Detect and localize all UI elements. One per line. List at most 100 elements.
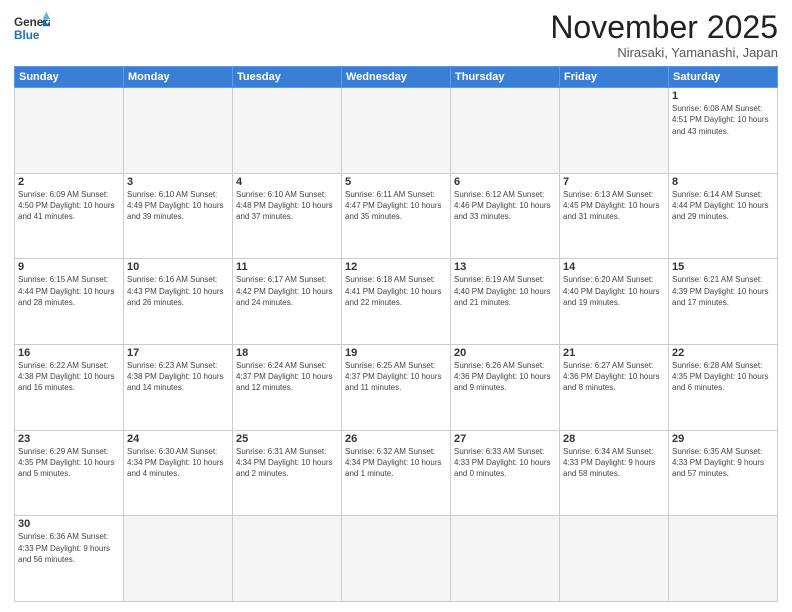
day-number: 24 [127,433,229,445]
calendar-cell [560,88,669,174]
calendar-cell [342,516,451,602]
day-number: 12 [345,261,447,273]
header: General Blue November 2025 Nirasaki, Yam… [14,10,778,60]
calendar-cell: 21Sunrise: 6:27 AM Sunset: 4:36 PM Dayli… [560,345,669,431]
day-number: 1 [672,90,774,102]
calendar-cell: 26Sunrise: 6:32 AM Sunset: 4:34 PM Dayli… [342,430,451,516]
calendar-cell [342,88,451,174]
calendar-header-row: SundayMondayTuesdayWednesdayThursdayFrid… [15,67,778,88]
calendar-cell [124,516,233,602]
day-info: Sunrise: 6:30 AM Sunset: 4:34 PM Dayligh… [127,446,229,480]
day-info: Sunrise: 6:18 AM Sunset: 4:41 PM Dayligh… [345,274,447,308]
calendar-cell [669,516,778,602]
day-number: 22 [672,347,774,359]
calendar-cell: 24Sunrise: 6:30 AM Sunset: 4:34 PM Dayli… [124,430,233,516]
weekday-header: Wednesday [342,67,451,88]
calendar-cell: 9Sunrise: 6:15 AM Sunset: 4:44 PM Daylig… [15,259,124,345]
calendar-cell [451,88,560,174]
page: General Blue November 2025 Nirasaki, Yam… [0,0,792,612]
day-info: Sunrise: 6:17 AM Sunset: 4:42 PM Dayligh… [236,274,338,308]
day-number: 26 [345,433,447,445]
day-info: Sunrise: 6:27 AM Sunset: 4:36 PM Dayligh… [563,360,665,394]
day-number: 25 [236,433,338,445]
calendar-cell: 22Sunrise: 6:28 AM Sunset: 4:35 PM Dayli… [669,345,778,431]
calendar-cell [560,516,669,602]
day-info: Sunrise: 6:34 AM Sunset: 4:33 PM Dayligh… [563,446,665,480]
calendar-cell: 14Sunrise: 6:20 AM Sunset: 4:40 PM Dayli… [560,259,669,345]
day-info: Sunrise: 6:36 AM Sunset: 4:33 PM Dayligh… [18,531,120,565]
calendar-table: SundayMondayTuesdayWednesdayThursdayFrid… [14,66,778,602]
day-number: 27 [454,433,556,445]
calendar-cell: 15Sunrise: 6:21 AM Sunset: 4:39 PM Dayli… [669,259,778,345]
day-info: Sunrise: 6:22 AM Sunset: 4:38 PM Dayligh… [18,360,120,394]
day-info: Sunrise: 6:19 AM Sunset: 4:40 PM Dayligh… [454,274,556,308]
day-info: Sunrise: 6:08 AM Sunset: 4:51 PM Dayligh… [672,103,774,137]
day-number: 19 [345,347,447,359]
day-number: 10 [127,261,229,273]
calendar-week-row: 16Sunrise: 6:22 AM Sunset: 4:38 PM Dayli… [15,345,778,431]
day-info: Sunrise: 6:25 AM Sunset: 4:37 PM Dayligh… [345,360,447,394]
day-info: Sunrise: 6:13 AM Sunset: 4:45 PM Dayligh… [563,189,665,223]
calendar-cell: 29Sunrise: 6:35 AM Sunset: 4:33 PM Dayli… [669,430,778,516]
calendar-cell: 6Sunrise: 6:12 AM Sunset: 4:46 PM Daylig… [451,173,560,259]
day-info: Sunrise: 6:10 AM Sunset: 4:49 PM Dayligh… [127,189,229,223]
weekday-header: Sunday [15,67,124,88]
calendar-cell: 23Sunrise: 6:29 AM Sunset: 4:35 PM Dayli… [15,430,124,516]
day-info: Sunrise: 6:29 AM Sunset: 4:35 PM Dayligh… [18,446,120,480]
day-info: Sunrise: 6:14 AM Sunset: 4:44 PM Dayligh… [672,189,774,223]
day-info: Sunrise: 6:10 AM Sunset: 4:48 PM Dayligh… [236,189,338,223]
calendar-cell: 5Sunrise: 6:11 AM Sunset: 4:47 PM Daylig… [342,173,451,259]
day-number: 20 [454,347,556,359]
day-number: 14 [563,261,665,273]
calendar-cell [15,88,124,174]
calendar-week-row: 30Sunrise: 6:36 AM Sunset: 4:33 PM Dayli… [15,516,778,602]
day-number: 29 [672,433,774,445]
day-number: 28 [563,433,665,445]
calendar-cell: 13Sunrise: 6:19 AM Sunset: 4:40 PM Dayli… [451,259,560,345]
calendar-cell [124,88,233,174]
calendar-cell: 1Sunrise: 6:08 AM Sunset: 4:51 PM Daylig… [669,88,778,174]
calendar-cell: 30Sunrise: 6:36 AM Sunset: 4:33 PM Dayli… [15,516,124,602]
day-number: 23 [18,433,120,445]
day-info: Sunrise: 6:23 AM Sunset: 4:38 PM Dayligh… [127,360,229,394]
calendar-cell: 2Sunrise: 6:09 AM Sunset: 4:50 PM Daylig… [15,173,124,259]
calendar-cell: 19Sunrise: 6:25 AM Sunset: 4:37 PM Dayli… [342,345,451,431]
day-number: 21 [563,347,665,359]
weekday-header: Tuesday [233,67,342,88]
calendar-cell [451,516,560,602]
day-number: 15 [672,261,774,273]
calendar-cell: 16Sunrise: 6:22 AM Sunset: 4:38 PM Dayli… [15,345,124,431]
day-info: Sunrise: 6:16 AM Sunset: 4:43 PM Dayligh… [127,274,229,308]
calendar-cell [233,516,342,602]
calendar-week-row: 2Sunrise: 6:09 AM Sunset: 4:50 PM Daylig… [15,173,778,259]
calendar-week-row: 1Sunrise: 6:08 AM Sunset: 4:51 PM Daylig… [15,88,778,174]
calendar-cell: 12Sunrise: 6:18 AM Sunset: 4:41 PM Dayli… [342,259,451,345]
calendar-cell: 10Sunrise: 6:16 AM Sunset: 4:43 PM Dayli… [124,259,233,345]
calendar-cell: 8Sunrise: 6:14 AM Sunset: 4:44 PM Daylig… [669,173,778,259]
day-number: 13 [454,261,556,273]
calendar-cell: 20Sunrise: 6:26 AM Sunset: 4:36 PM Dayli… [451,345,560,431]
day-info: Sunrise: 6:12 AM Sunset: 4:46 PM Dayligh… [454,189,556,223]
logo: General Blue [14,10,50,46]
weekday-header: Friday [560,67,669,88]
calendar-cell: 11Sunrise: 6:17 AM Sunset: 4:42 PM Dayli… [233,259,342,345]
day-number: 11 [236,261,338,273]
calendar-cell [233,88,342,174]
calendar-cell: 4Sunrise: 6:10 AM Sunset: 4:48 PM Daylig… [233,173,342,259]
day-info: Sunrise: 6:20 AM Sunset: 4:40 PM Dayligh… [563,274,665,308]
day-number: 6 [454,176,556,188]
day-number: 9 [18,261,120,273]
calendar-week-row: 23Sunrise: 6:29 AM Sunset: 4:35 PM Dayli… [15,430,778,516]
logo-icon: General Blue [14,10,50,46]
calendar-cell: 18Sunrise: 6:24 AM Sunset: 4:37 PM Dayli… [233,345,342,431]
weekday-header: Monday [124,67,233,88]
day-number: 16 [18,347,120,359]
day-info: Sunrise: 6:21 AM Sunset: 4:39 PM Dayligh… [672,274,774,308]
weekday-header: Thursday [451,67,560,88]
day-number: 7 [563,176,665,188]
day-info: Sunrise: 6:09 AM Sunset: 4:50 PM Dayligh… [18,189,120,223]
day-info: Sunrise: 6:31 AM Sunset: 4:34 PM Dayligh… [236,446,338,480]
title-block: November 2025 Nirasaki, Yamanashi, Japan [550,10,778,60]
day-info: Sunrise: 6:11 AM Sunset: 4:47 PM Dayligh… [345,189,447,223]
calendar-week-row: 9Sunrise: 6:15 AM Sunset: 4:44 PM Daylig… [15,259,778,345]
